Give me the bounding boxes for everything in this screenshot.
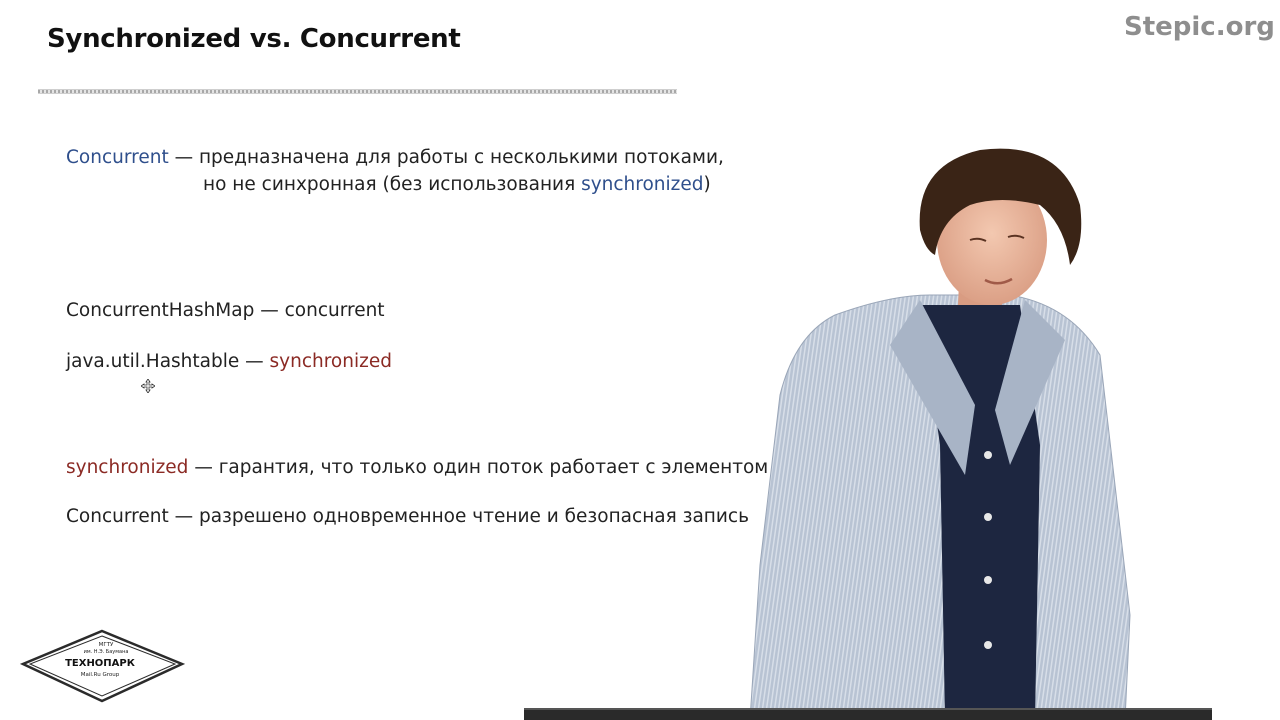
definition-text-2c: ) bbox=[703, 174, 711, 195]
slide-title: Synchronized vs. Concurrent bbox=[47, 24, 461, 54]
technopark-logo: МГТУ им. Н.Э. Баумана ТЕХНОПАРК Mail.Ru … bbox=[20, 629, 185, 703]
brand-watermark: Stepic.org bbox=[1124, 12, 1275, 42]
definition-line-1: Concurrent — предназначена для работы с … bbox=[66, 147, 724, 168]
logo-line-2: им. Н.Э. Баумана bbox=[84, 649, 129, 655]
definition-text-1: — предназначена для работы с несколькими… bbox=[168, 147, 724, 168]
logo-line-3: ТЕХНОПАРК bbox=[65, 658, 136, 669]
example-concurrenthashmap: ConcurrentHashMap — concurrent bbox=[66, 300, 385, 321]
synchronized-term: synchronized bbox=[66, 457, 189, 478]
move-cursor-icon bbox=[140, 378, 156, 394]
synchronized-term-inline: synchronized bbox=[581, 174, 704, 195]
title-divider bbox=[38, 89, 677, 94]
logo-line-4: Mail.Ru Group bbox=[81, 672, 120, 678]
logo-line-1: МГТУ bbox=[99, 642, 114, 648]
example-hashtable: java.util.Hashtable — synchronized bbox=[66, 351, 392, 372]
definition-text-2a: но не синхронная (без использования bbox=[203, 174, 582, 195]
keyboard-edge bbox=[524, 708, 1212, 720]
presenter-video bbox=[749, 148, 1131, 720]
concurrent-term: Concurrent bbox=[66, 147, 169, 168]
comparison-synchronized: synchronized — гарантия, что только один… bbox=[66, 457, 768, 478]
comparison-synchronized-text: — гарантия, что только один поток работа… bbox=[188, 457, 769, 478]
example-hashtable-text: java.util.Hashtable — bbox=[66, 351, 270, 372]
comparison-concurrent: Concurrent — разрешено одновременное чте… bbox=[66, 506, 750, 527]
definition-line-2: но не синхронная (без использования sync… bbox=[203, 174, 711, 195]
synchronized-term-example: synchronized bbox=[269, 351, 392, 372]
